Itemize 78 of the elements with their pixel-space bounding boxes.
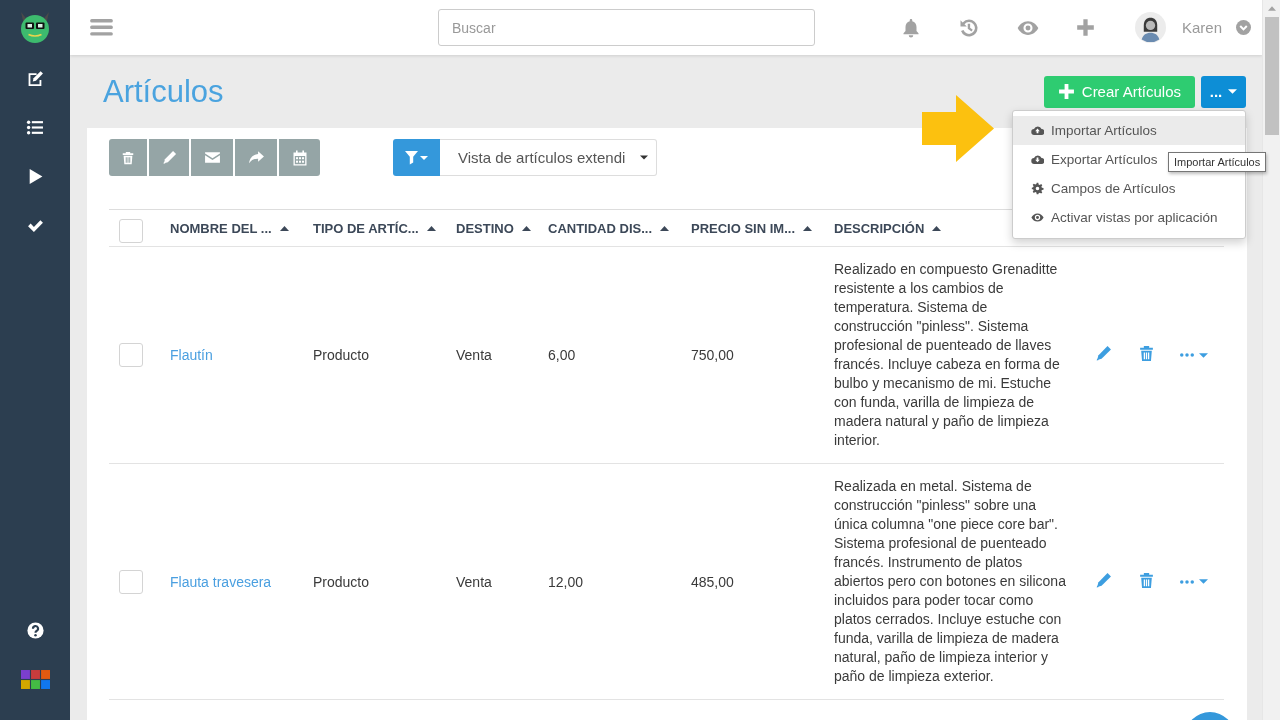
calendar-icon xyxy=(291,149,308,166)
view-select[interactable]: Vista de artículos extendi xyxy=(440,139,657,176)
chevron-down-icon[interactable] xyxy=(1236,20,1251,35)
history-icon[interactable] xyxy=(958,17,979,38)
pencil-icon[interactable] xyxy=(1095,345,1112,362)
caret-icon xyxy=(420,155,428,160)
more-button[interactable]: ... xyxy=(1201,75,1246,108)
apps-grid-icon[interactable] xyxy=(20,670,50,689)
scroll-up-icon[interactable] xyxy=(1267,6,1276,11)
plus-icon[interactable] xyxy=(1075,18,1095,37)
table-cell: Producto xyxy=(313,573,370,590)
sort-arrow-icon[interactable] xyxy=(803,225,812,231)
edit-icon[interactable] xyxy=(26,70,44,87)
ellipsis-icon xyxy=(1180,579,1194,584)
table-cell: Producto xyxy=(313,347,370,363)
column-header[interactable]: TIPO DE ARTÍC... xyxy=(313,220,419,236)
trash-icon xyxy=(121,150,135,165)
table-cell: 12,00 xyxy=(548,573,584,590)
ellipsis-icon xyxy=(1180,353,1194,357)
table-cell: Venta xyxy=(456,573,492,590)
menu-icon[interactable] xyxy=(90,19,113,36)
menu-item[interactable]: Campos de Artículos xyxy=(1013,174,1245,203)
caret-icon xyxy=(1228,89,1238,94)
cloud-upload-icon xyxy=(1031,124,1044,137)
checkbox[interactable] xyxy=(119,343,143,367)
gear-icon xyxy=(1031,182,1044,195)
checkbox[interactable] xyxy=(119,569,143,594)
page-title: Artículos xyxy=(103,73,225,110)
avatar-icon[interactable] xyxy=(1134,12,1166,43)
menu-item[interactable]: Activar vistas por aplicación xyxy=(1013,203,1245,232)
edit-button[interactable] xyxy=(149,139,189,176)
column-header[interactable]: DESTINO xyxy=(456,220,514,236)
envelope-icon xyxy=(203,149,221,166)
pencil-icon xyxy=(161,150,177,165)
trash-icon[interactable] xyxy=(1138,345,1155,362)
scrollbar[interactable] xyxy=(1262,0,1280,720)
pencil-icon[interactable] xyxy=(1095,571,1112,589)
plus-icon xyxy=(1057,83,1075,100)
help-icon[interactable] xyxy=(26,622,44,639)
check-icon[interactable] xyxy=(26,217,44,234)
sort-arrow-icon[interactable] xyxy=(279,225,289,231)
table-cell: 750,00 xyxy=(691,347,734,363)
sort-arrow-icon[interactable] xyxy=(660,225,669,231)
share-button[interactable] xyxy=(235,139,277,176)
calendar-button[interactable] xyxy=(279,139,320,176)
column-header[interactable]: CANTIDAD DIS... xyxy=(548,220,652,236)
column-header[interactable]: DESCRIPCIÓN xyxy=(834,220,925,236)
table-cell: 6,00 xyxy=(548,347,576,363)
caret-icon xyxy=(640,155,648,160)
caret-icon xyxy=(1199,579,1208,584)
sort-arrow-icon[interactable] xyxy=(426,225,436,231)
filter-icon xyxy=(405,150,418,165)
table-cell: 485,00 xyxy=(691,573,734,590)
eye-icon xyxy=(1031,211,1044,224)
monster-logo-icon[interactable] xyxy=(18,10,52,44)
row-actions-button[interactable] xyxy=(1180,579,1208,584)
column-header[interactable]: NOMBRE DEL ... xyxy=(170,220,272,236)
sort-arrow-icon[interactable] xyxy=(932,225,942,231)
table-cell: Venta xyxy=(456,347,492,363)
delete-button[interactable] xyxy=(109,139,147,176)
caret-icon xyxy=(1199,352,1208,358)
description-text: Realizada en metal. Sistema de construcción "pinless" sobre una única columna "one piece core bar". Sistema profesional de puenteado francés. Instrumento de platos abiertos pero con botones en silicona incluidos para poder tocar como platos cerrados. Incluye estuche con funda, varilla de limpieza de madera natural, paño de limpieza interior y paño de limpieza exterior. xyxy=(834,477,1066,686)
trash-icon[interactable] xyxy=(1138,571,1155,589)
tooltip: Importar Artículos xyxy=(1168,152,1267,172)
menu-item[interactable]: Importar Artículos xyxy=(1013,116,1245,145)
checkbox[interactable] xyxy=(119,219,143,243)
pointer-arrow xyxy=(922,95,994,162)
row-actions-button[interactable] xyxy=(1180,352,1208,358)
scrollbar-thumb[interactable] xyxy=(1264,17,1279,135)
filter-button[interactable] xyxy=(393,139,440,176)
column-header[interactable]: PRECIO SIN IM... xyxy=(691,220,795,236)
sort-arrow-icon[interactable] xyxy=(521,225,531,231)
email-button[interactable] xyxy=(191,139,233,176)
description-text: Realizado en compuesto Grenaditte resistente a los cambios de temperatura. Sistema de construcción "pinless". Sistema profesional de puenteado de llaves francés. Incluye cabeza en forma de bulbo y mecanismo de mi. Estuche con funda, varilla de limpieza de madera natural y paño de limpieza interior. xyxy=(834,260,1061,450)
cloud-download-icon xyxy=(1031,153,1044,166)
search-field[interactable]: Buscar xyxy=(438,9,815,46)
share-arrow-icon xyxy=(247,149,265,166)
list-icon[interactable] xyxy=(26,119,44,136)
